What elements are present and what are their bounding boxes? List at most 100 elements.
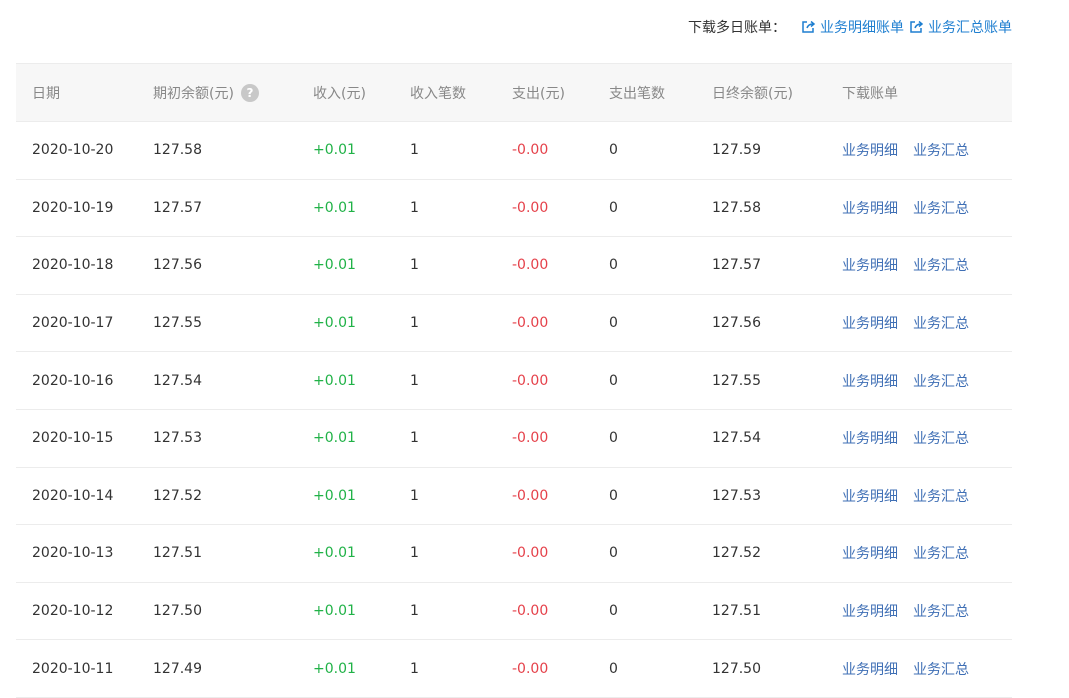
cell-expense: -0.00 [512,639,609,698]
cell-closing-balance: 127.50 [712,639,842,698]
cell-income: +0.01 [313,467,410,526]
cell-expense: -0.00 [512,467,609,526]
cell-closing-balance: 127.55 [712,351,842,410]
cell-income: +0.01 [313,294,410,353]
row-detail-link[interactable]: 业务明细 [842,258,898,274]
header-opening-balance: 期初余额(元)? [153,63,313,122]
row-summary-link[interactable]: 业务汇总 [913,431,969,447]
cell-opening-balance: 127.50 [153,582,313,641]
cell-download-links: 业务明细 业务汇总 [842,467,1012,526]
row-detail-link[interactable]: 业务明细 [842,374,898,390]
cell-opening-balance: 127.54 [153,351,313,410]
header-date: 日期 [16,63,153,122]
table-row: 2020-10-15 127.53 +0.01 1 -0.00 0 127.54 业务明细 业务… [16,409,1012,468]
header-income: 收入(元) [313,63,410,122]
external-link-icon [909,20,924,34]
cell-date: 2020-10-16 [16,351,153,410]
cell-closing-balance: 127.58 [712,179,842,238]
cell-expense: -0.00 [512,236,609,295]
cell-income-count: 1 [410,179,512,238]
row-detail-link[interactable]: 业务明细 [842,201,898,217]
row-detail-link[interactable]: 业务明细 [842,316,898,332]
cell-expense-count: 0 [609,639,712,698]
row-summary-link[interactable]: 业务汇总 [913,201,969,217]
cell-expense-count: 0 [609,582,712,641]
row-summary-link[interactable]: 业务汇总 [913,546,969,562]
cell-income: +0.01 [313,236,410,295]
cell-opening-balance: 127.53 [153,409,313,468]
row-summary-link[interactable]: 业务汇总 [913,374,969,390]
cell-expense-count: 0 [609,121,712,180]
cell-date: 2020-10-19 [16,179,153,238]
download-summary-bill-link[interactable]: 业务汇总账单 [909,17,1012,37]
help-icon[interactable]: ? [240,83,259,102]
cell-expense-count: 0 [609,467,712,526]
table-row: 2020-10-20 127.58 +0.01 1 -0.00 0 127.59 业务明细 业务… [16,121,1012,180]
cell-opening-balance: 127.57 [153,179,313,238]
cell-expense: -0.00 [512,524,609,583]
cell-date: 2020-10-14 [16,467,153,526]
table-row: 2020-10-12 127.50 +0.01 1 -0.00 0 127.51 业务明细 业务… [16,582,1012,641]
cell-closing-balance: 127.59 [712,121,842,180]
row-detail-link[interactable]: 业务明细 [842,143,898,159]
cell-download-links: 业务明细 业务汇总 [842,524,1012,583]
download-bar-label: 下载多日账单： [688,20,786,36]
row-detail-link[interactable]: 业务明细 [842,431,898,447]
cell-income-count: 1 [410,351,512,410]
cell-expense: -0.00 [512,179,609,238]
cell-expense-count: 0 [609,524,712,583]
cell-download-links: 业务明细 业务汇总 [842,294,1012,353]
cell-download-links: 业务明细 业务汇总 [842,236,1012,295]
table-header-row: 日期 期初余额(元)? 收入(元) 收入笔数 支出(元) 支出笔数 日终余额(元… [16,63,1012,122]
cell-date: 2020-10-12 [16,582,153,641]
cell-download-links: 业务明细 业务汇总 [842,121,1012,180]
cell-income-count: 1 [410,639,512,698]
row-summary-link[interactable]: 业务汇总 [913,316,969,332]
cell-income-count: 1 [410,467,512,526]
cell-income: +0.01 [313,121,410,180]
cell-expense: -0.00 [512,121,609,180]
cell-opening-balance: 127.49 [153,639,313,698]
cell-expense: -0.00 [512,409,609,468]
cell-expense-count: 0 [609,294,712,353]
download-summary-bill-label: 业务汇总账单 [928,20,1012,36]
cell-date: 2020-10-20 [16,121,153,180]
table-row: 2020-10-14 127.52 +0.01 1 -0.00 0 127.53 业务明细 业务… [16,467,1012,526]
cell-expense: -0.00 [512,351,609,410]
cell-expense-count: 0 [609,236,712,295]
bill-table: 日期 期初余额(元)? 收入(元) 收入笔数 支出(元) 支出笔数 日终余额(元… [16,63,1012,698]
row-detail-link[interactable]: 业务明细 [842,604,898,620]
cell-closing-balance: 127.52 [712,524,842,583]
row-summary-link[interactable]: 业务汇总 [913,604,969,620]
header-closing-balance: 日终余额(元) [712,63,842,122]
cell-income-count: 1 [410,409,512,468]
table-row: 2020-10-13 127.51 +0.01 1 -0.00 0 127.52 业务明细 业务… [16,524,1012,583]
cell-download-links: 业务明细 业务汇总 [842,409,1012,468]
cell-income-count: 1 [410,582,512,641]
cell-closing-balance: 127.53 [712,467,842,526]
external-link-icon [801,20,816,34]
row-detail-link[interactable]: 业务明细 [842,546,898,562]
cell-download-links: 业务明细 业务汇总 [842,639,1012,698]
row-summary-link[interactable]: 业务汇总 [913,143,969,159]
cell-closing-balance: 127.57 [712,236,842,295]
cell-income-count: 1 [410,524,512,583]
download-detail-bill-link[interactable]: 业务明细账单 [801,17,904,37]
row-summary-link[interactable]: 业务汇总 [913,662,969,678]
header-expense-count: 支出笔数 [609,63,712,122]
row-detail-link[interactable]: 业务明细 [842,662,898,678]
cell-download-links: 业务明细 业务汇总 [842,179,1012,238]
row-detail-link[interactable]: 业务明细 [842,489,898,505]
row-summary-link[interactable]: 业务汇总 [913,489,969,505]
cell-closing-balance: 127.54 [712,409,842,468]
cell-date: 2020-10-11 [16,639,153,698]
cell-download-links: 业务明细 业务汇总 [842,351,1012,410]
cell-income: +0.01 [313,639,410,698]
cell-closing-balance: 127.51 [712,582,842,641]
row-summary-link[interactable]: 业务汇总 [913,258,969,274]
table-row: 2020-10-19 127.57 +0.01 1 -0.00 0 127.58 业务明细 业务… [16,179,1012,238]
cell-expense-count: 0 [609,179,712,238]
cell-opening-balance: 127.58 [153,121,313,180]
cell-download-links: 业务明细 业务汇总 [842,582,1012,641]
cell-closing-balance: 127.56 [712,294,842,353]
